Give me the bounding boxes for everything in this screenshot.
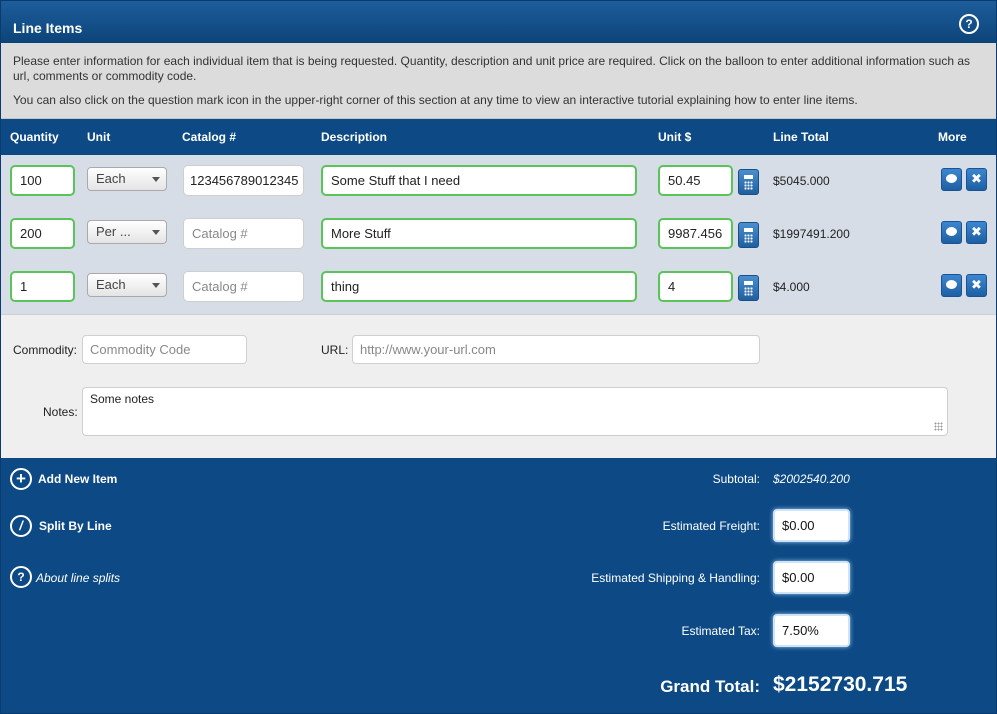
- notes-text: Some notes: [90, 392, 155, 406]
- notes-label: Notes:: [43, 405, 78, 419]
- delete-row-button[interactable]: ✖: [966, 221, 987, 244]
- plus-circle-icon: +: [10, 468, 32, 490]
- speech-bubble-icon: [946, 227, 957, 236]
- unit-price-input[interactable]: 50.45: [658, 165, 733, 196]
- close-icon: ✖: [971, 171, 982, 186]
- about-line-splits-label: About line splits: [36, 571, 121, 585]
- line-total: $1997491.200: [773, 227, 850, 241]
- unit-price-input[interactable]: 4: [658, 271, 733, 302]
- col-catalog: Catalog #: [182, 130, 237, 144]
- instructions-line-2: You can also click on the question mark …: [13, 93, 858, 107]
- col-more: More: [938, 130, 967, 144]
- subtotal-label: Subtotal:: [712, 472, 760, 486]
- unit-price-input[interactable]: 9987.456: [658, 218, 733, 249]
- tax-input[interactable]: 7.50%: [773, 614, 850, 647]
- line-total: $5045.000: [773, 174, 830, 188]
- totals-footer: + Add New Item / Split By Line ? About l…: [1, 458, 996, 713]
- speech-bubble-icon: [946, 174, 957, 183]
- quantity-input[interactable]: 200: [10, 218, 75, 249]
- instructions: Please enter information for each indivi…: [1, 43, 996, 119]
- line-total: $4.000: [773, 280, 810, 294]
- url-input[interactable]: http://www.your-url.com: [352, 335, 760, 364]
- calculator-icon[interactable]: [738, 275, 759, 301]
- delete-row-button[interactable]: ✖: [966, 274, 987, 297]
- tax-label: Estimated Tax:: [681, 624, 760, 638]
- comment-button[interactable]: [941, 221, 962, 244]
- grand-total-value: $2152730.715: [773, 673, 908, 696]
- unit-select-value: Per ...: [96, 224, 131, 239]
- quantity-input[interactable]: 1: [10, 271, 75, 302]
- chevron-down-icon: [152, 283, 160, 288]
- col-unit-price: Unit $: [658, 130, 692, 144]
- notes-textarea[interactable]: Some notes: [82, 387, 948, 436]
- panel-title: Line Items: [13, 20, 83, 36]
- line-items-panel: Line Items ? Please enter information fo…: [0, 0, 997, 714]
- catalog-input[interactable]: 123456789012345: [183, 165, 304, 196]
- description-input[interactable]: Some Stuff that I need: [321, 165, 637, 196]
- catalog-input[interactable]: Catalog #: [183, 271, 304, 302]
- unit-select[interactable]: Each: [87, 167, 167, 191]
- delete-row-button[interactable]: ✖: [966, 168, 987, 191]
- close-icon: ✖: [971, 277, 982, 292]
- unit-select[interactable]: Per ...: [87, 220, 167, 244]
- description-input[interactable]: More Stuff: [321, 218, 637, 249]
- freight-label: Estimated Freight:: [662, 519, 760, 533]
- item-details: Commodity: Commodity Code URL: http://ww…: [1, 314, 996, 458]
- shipping-input[interactable]: $0.00: [773, 561, 850, 594]
- close-icon: ✖: [971, 224, 982, 239]
- subtotal-value: $2002540.200: [773, 472, 850, 486]
- speech-bubble-icon: [946, 280, 957, 289]
- chevron-down-icon: [152, 177, 160, 182]
- col-quantity: Quantity: [10, 130, 59, 144]
- split-by-line-label: Split By Line: [39, 519, 112, 533]
- chevron-down-icon: [152, 230, 160, 235]
- description-input[interactable]: thing: [321, 271, 637, 302]
- unit-select-value: Each: [96, 171, 126, 186]
- add-new-item-label: Add New Item: [38, 472, 118, 486]
- help-icon: ?: [10, 566, 32, 588]
- panel-header: Line Items ?: [1, 1, 996, 43]
- comment-button[interactable]: [941, 168, 962, 191]
- quantity-input[interactable]: 100: [10, 165, 75, 196]
- slash-circle-icon: /: [10, 515, 32, 537]
- help-icon[interactable]: ?: [959, 14, 979, 34]
- commodity-label: Commodity:: [13, 343, 78, 357]
- calculator-icon[interactable]: [738, 169, 759, 195]
- col-unit: Unit: [87, 130, 111, 144]
- shipping-label: Estimated Shipping & Handling:: [591, 571, 760, 585]
- unit-select[interactable]: Each: [87, 273, 167, 297]
- grand-total-label: Grand Total:: [660, 677, 760, 696]
- unit-select-value: Each: [96, 277, 126, 292]
- resize-handle-icon[interactable]: [934, 422, 943, 431]
- freight-input[interactable]: $0.00: [773, 509, 850, 542]
- instructions-line-1: Please enter information for each indivi…: [13, 54, 970, 83]
- catalog-input[interactable]: Catalog #: [183, 218, 304, 249]
- column-headers: Quantity Unit Catalog # Description Unit…: [1, 119, 996, 155]
- col-description: Description: [321, 130, 388, 144]
- url-label: URL:: [321, 343, 349, 357]
- line-item-rows: 100 Each 123456789012345 Some Stuff that…: [1, 155, 996, 314]
- col-line-total: Line Total: [773, 130, 829, 144]
- comment-button[interactable]: [941, 274, 962, 297]
- calculator-icon[interactable]: [738, 222, 759, 248]
- commodity-code-input[interactable]: Commodity Code: [82, 335, 247, 364]
